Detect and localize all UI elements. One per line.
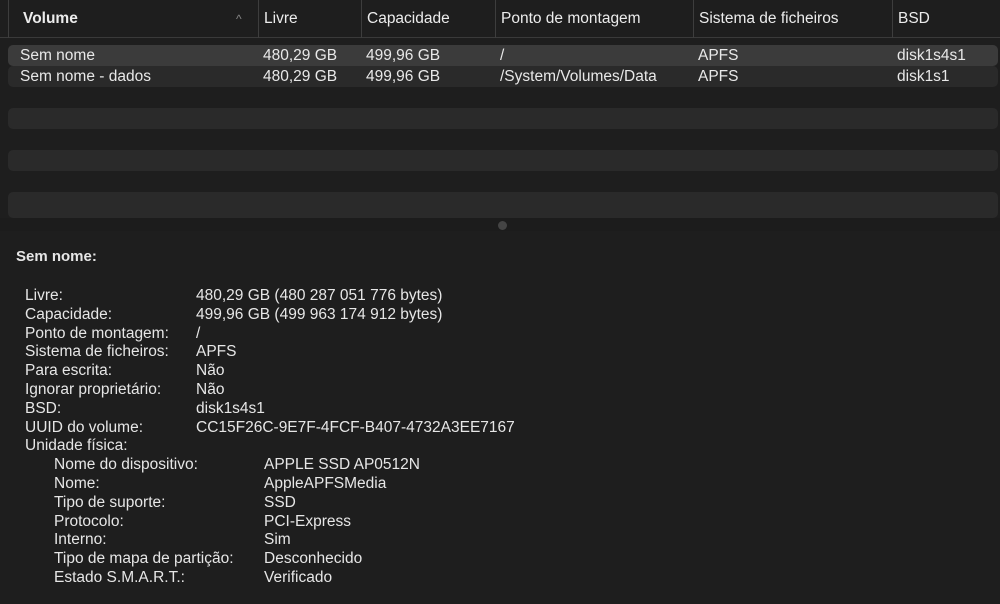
detail-label: Para escrita: <box>25 362 113 380</box>
detail-label: BSD: <box>25 399 62 417</box>
table-row[interactable]: Sem nome - dados 480,29 GB 499,96 GB /Sy… <box>8 66 998 87</box>
physical-label: Nome: <box>54 475 100 492</box>
detail-value: 499,96 GB (499 963 174 912 bytes) <box>196 305 443 323</box>
detail-label: Sistema de ficheiros: <box>25 343 169 361</box>
detail-title: Sem nome: <box>16 248 97 265</box>
physical-label: Nome do dispositivo: <box>54 456 198 474</box>
detail-value: APFS <box>196 343 237 361</box>
empty-row <box>8 192 998 218</box>
physical-value: Verificado <box>264 569 333 586</box>
physical-label: Interno: <box>54 531 107 549</box>
physical-value: AppleAPFSMedia <box>264 475 387 492</box>
cell-capacidade: 499,96 GB <box>366 47 441 64</box>
detail-value: disk1s4s1 <box>196 399 265 417</box>
cell-volume: Sem nome <box>20 47 95 64</box>
physical-label: Tipo de mapa de partição: <box>54 550 234 568</box>
detail-label: Ponto de montagem: <box>25 324 169 342</box>
column-header-ponto-de-montagem[interactable]: Ponto de montagem <box>495 0 693 38</box>
detail-label: Capacidade: <box>25 305 113 323</box>
cell-livre: 480,29 GB <box>263 47 338 64</box>
cell-capacidade: 499,96 GB <box>366 68 441 85</box>
split-view-divider[interactable] <box>0 218 1000 231</box>
column-header-capacidade[interactable]: Capacidade <box>361 0 495 38</box>
cell-bsd: disk1s1 <box>897 68 950 85</box>
detail-value: Não <box>196 381 225 398</box>
detail-value: CC15F26C-9E7F-4FCF-B407-4732A3EE7167 <box>196 418 515 436</box>
cell-livre: 480,29 GB <box>263 68 338 85</box>
table-header: Volume ^ Livre Capacidade Ponto de monta… <box>0 0 1000 38</box>
detail-label: Ignorar proprietário: <box>25 381 162 398</box>
column-header-livre[interactable]: Livre <box>258 0 361 38</box>
physical-value: APPLE SSD AP0512N <box>264 456 420 474</box>
sort-ascending-icon[interactable]: ^ <box>236 0 242 38</box>
column-header-volume[interactable]: Volume <box>8 0 255 38</box>
physical-label: Tipo de suporte: <box>54 493 166 511</box>
physical-label: Protocolo: <box>54 512 124 530</box>
cell-fs: APFS <box>698 47 739 64</box>
physical-value: PCI-Express <box>264 512 351 530</box>
empty-row <box>8 108 998 129</box>
cell-fs: APFS <box>698 68 739 85</box>
cell-bsd: disk1s4s1 <box>897 47 966 64</box>
divider-handle-icon[interactable] <box>498 221 507 230</box>
column-header-sistema-de-ficheiros[interactable]: Sistema de ficheiros <box>693 0 892 38</box>
cell-mount: / <box>500 47 505 64</box>
physical-value: Desconhecido <box>264 550 363 568</box>
detail-label: Livre: <box>25 287 63 304</box>
detail-label: Unidade física: <box>25 437 128 455</box>
empty-row <box>8 150 998 171</box>
cell-volume: Sem nome - dados <box>20 68 151 85</box>
physical-value: Sim <box>264 531 291 549</box>
detail-value: / <box>196 324 201 342</box>
detail-value: Não <box>196 362 225 380</box>
physical-label: Estado S.M.A.R.T.: <box>54 569 185 586</box>
column-header-bsd[interactable]: BSD <box>892 0 1000 38</box>
detail-label: UUID do volume: <box>25 418 144 436</box>
volumes-table: Sem nome 480,29 GB 499,96 GB / APFS disk… <box>8 45 998 218</box>
table-row[interactable]: Sem nome 480,29 GB 499,96 GB / APFS disk… <box>8 45 998 66</box>
cell-mount: /System/Volumes/Data <box>500 68 657 85</box>
detail-value: 480,29 GB (480 287 051 776 bytes) <box>196 287 443 304</box>
physical-value: SSD <box>264 493 296 511</box>
